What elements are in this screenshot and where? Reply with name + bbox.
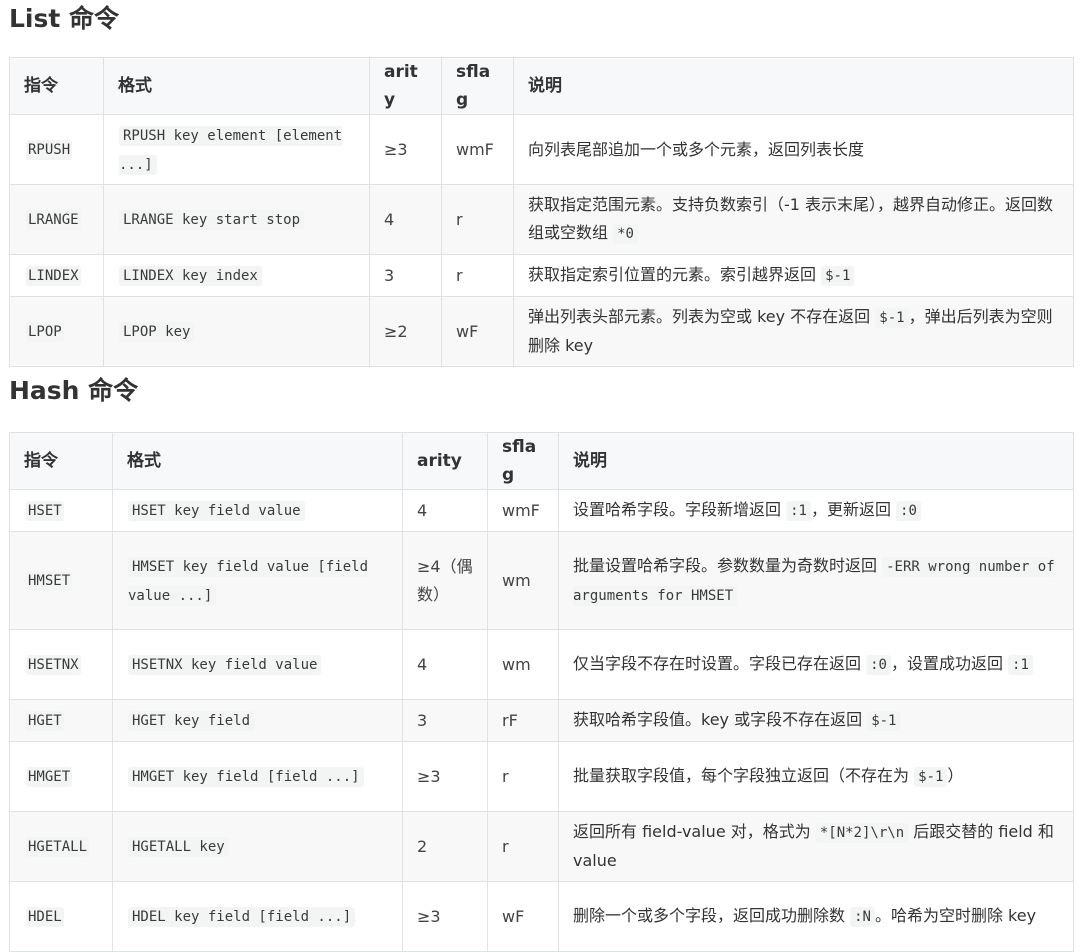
command-name: HSETNX <box>26 655 81 675</box>
table-row: LPOP LPOP key ≥2 wF 弹出列表头部元素。列表为空或 key 不… <box>9 296 1074 367</box>
table-row: HMGET HMGET key field [field ...] ≥3 r 批… <box>9 741 1074 812</box>
command-arity: 4 <box>402 489 488 532</box>
table-row: HMSET HMSET key field value [field value… <box>9 531 1074 630</box>
inline-code: $-1 <box>867 711 901 731</box>
hash-commands-table: 指令 格式 arity sflag 说明 HSET HSET key field… <box>9 432 1074 952</box>
command-format: HSET key field value <box>128 501 305 521</box>
table-header-row: 指令 格式 arity sflag 说明 <box>9 432 1074 490</box>
command-format: HGET key field <box>128 711 255 731</box>
command-format: HMGET key field [field ...] <box>128 767 364 787</box>
command-arity: ≥3 <box>369 114 442 185</box>
command-description: 删除一个或多个字段，返回成功删除数 :N 。哈希为空时删除 key <box>558 881 1074 952</box>
command-description: 批量获取字段值，每个字段独立返回（不存在为 $-1） <box>558 741 1074 812</box>
command-arity: 4 <box>369 184 442 255</box>
header-arity: arity <box>402 432 488 490</box>
table-row: LRANGE LRANGE key start stop 4 r 获取指定范围元… <box>9 184 1074 255</box>
command-arity: ≥2 <box>369 296 442 367</box>
header-cmd: 指令 <box>9 432 113 490</box>
table-row: HDEL HDEL key field [field ...] ≥3 wF 删除… <box>9 881 1074 952</box>
table-row: HSET HSET key field value 4 wmF 设置哈希字段。字… <box>9 489 1074 532</box>
command-name: LINDEX <box>26 266 81 286</box>
command-arity: 3 <box>369 254 442 297</box>
command-description: 获取指定索引位置的元素。索引越界返回 $-1 <box>513 254 1074 297</box>
command-name: HGETALL <box>26 837 90 857</box>
inline-code: :1 <box>1008 655 1033 675</box>
inline-code: -ERR wrong number of arguments for HMSET <box>573 556 1055 606</box>
command-name: RPUSH <box>26 140 73 160</box>
table-row: HGETALL HGETALL key 2 r 返回所有 field-value… <box>9 811 1074 882</box>
command-sflag: wm <box>487 531 559 630</box>
header-format: 格式 <box>103 57 370 115</box>
command-arity: 3 <box>402 699 488 742</box>
command-sflag: wmF <box>487 489 559 532</box>
command-description: 获取哈希字段值。key 或字段不存在返回 $-1 <box>558 699 1074 742</box>
command-arity: 2 <box>402 811 488 882</box>
command-description: 仅当字段不存在时设置。字段已存在返回 :0 ，设置成功返回 :1 <box>558 629 1074 700</box>
command-name: HSET <box>26 501 64 521</box>
header-sflag: sflag <box>441 57 514 115</box>
header-desc: 说明 <box>558 432 1074 490</box>
list-section-title: List 命令 <box>9 4 120 33</box>
table-row: HSETNX HSETNX key field value 4 wm 仅当字段不… <box>9 629 1074 700</box>
inline-code: :0 <box>866 655 891 675</box>
command-name: HGET <box>26 711 64 731</box>
table-row: LINDEX LINDEX key index 3 r 获取指定索引位置的元素。… <box>9 254 1074 297</box>
command-format: HSETNX key field value <box>128 655 322 675</box>
command-format: RPUSH key element [element ...] <box>119 125 343 175</box>
command-name: HMSET <box>26 571 73 591</box>
command-arity: ≥4（偶数） <box>402 531 488 630</box>
command-sflag: wF <box>441 296 514 367</box>
command-description: 批量设置哈希字段。参数数量为奇数时返回 -ERR wrong number of… <box>558 531 1074 630</box>
command-description: 弹出列表头部元素。列表为空或 key 不存在返回 $-1 ，弹出后列表为空则删除 … <box>513 296 1074 367</box>
inline-code: :1 <box>786 501 811 521</box>
command-arity: ≥3 <box>402 881 488 952</box>
inline-code: :0 <box>896 501 921 521</box>
command-description: 向列表尾部追加一个或多个元素，返回列表长度 <box>513 114 1074 185</box>
command-format: LINDEX key index <box>119 266 262 286</box>
command-description: 返回所有 field-value 对，格式为 *[N*2]\r\n 后跟交替的 … <box>558 811 1074 882</box>
command-format: HGETALL key <box>128 837 229 857</box>
command-format: HDEL key field [field ...] <box>128 907 356 927</box>
table-header-row: 指令 格式 arity sflag 说明 <box>9 57 1074 115</box>
command-name: LPOP <box>26 322 64 342</box>
command-sflag: r <box>487 811 559 882</box>
header-desc: 说明 <box>513 57 1074 115</box>
command-name: HDEL <box>26 907 64 927</box>
table-row: HGET HGET key field 3 rF 获取哈希字段值。key 或字段… <box>9 699 1074 742</box>
command-format: HMSET key field value [field value ...] <box>128 556 369 606</box>
command-sflag: wmF <box>441 114 514 185</box>
inline-code: *[N*2]\r\n <box>815 823 909 843</box>
command-arity: ≥3 <box>402 741 488 812</box>
list-commands-table: 指令 格式 arity sflag 说明 RPUSH RPUSH key ele… <box>9 57 1074 367</box>
command-sflag: wF <box>487 881 559 952</box>
inline-code: :N <box>850 907 875 927</box>
command-sflag: r <box>441 254 514 297</box>
command-description: 设置哈希字段。字段新增返回 :1 ，更新返回 :0 <box>558 489 1074 532</box>
header-sflag: sflag <box>487 432 559 490</box>
command-sflag: wm <box>487 629 559 700</box>
command-name: HMGET <box>26 767 73 787</box>
inline-code: $-1 <box>875 308 909 328</box>
inline-code: $-1 <box>821 266 855 286</box>
table-row: RPUSH RPUSH key element [element ...] ≥3… <box>9 114 1074 185</box>
command-arity: 4 <box>402 629 488 700</box>
header-cmd: 指令 <box>9 57 104 115</box>
command-sflag: rF <box>487 699 559 742</box>
inline-code: *0 <box>613 224 638 244</box>
header-arity: arity <box>369 57 442 115</box>
command-name: LRANGE <box>26 210 81 230</box>
command-description: 获取指定范围元素。支持负数索引（-1 表示末尾），越界自动修正。返回数组或空数组… <box>513 184 1074 255</box>
command-sflag: r <box>487 741 559 812</box>
header-format: 格式 <box>112 432 403 490</box>
command-sflag: r <box>441 184 514 255</box>
command-format: LRANGE key start stop <box>119 210 305 230</box>
inline-code: $-1 <box>914 767 948 787</box>
hash-section-title: Hash 命令 <box>9 376 139 405</box>
command-format: LPOP key <box>119 322 195 342</box>
